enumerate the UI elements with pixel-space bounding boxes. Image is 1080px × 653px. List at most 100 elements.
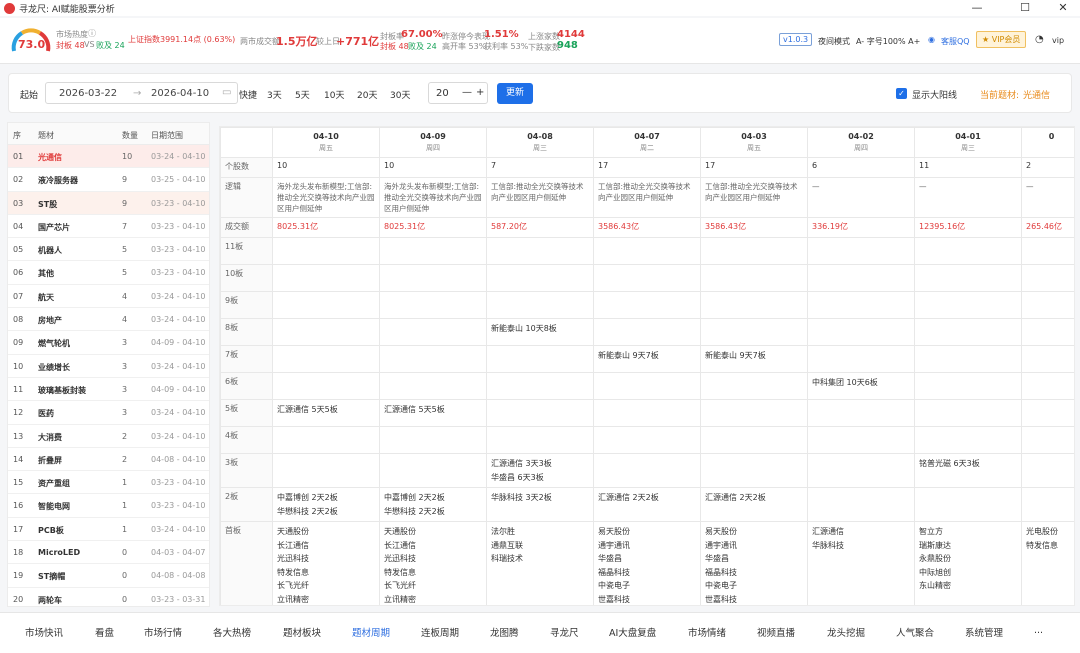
service-qq-link[interactable]: 客服QQ bbox=[941, 36, 970, 47]
date-column-header[interactable]: 04-01 周三 bbox=[914, 127, 1022, 158]
stock-entry[interactable]: 华懋科技 2天2板 bbox=[277, 505, 375, 519]
quick-5d[interactable]: 5天 bbox=[295, 88, 310, 101]
stock-entry[interactable]: 世嘉科技 bbox=[598, 593, 696, 606]
theme-list-row[interactable]: 15 资产重组 1 03-23 - 04-10 bbox=[8, 471, 209, 495]
stock-entry[interactable]: 长江通信 bbox=[384, 539, 482, 553]
stock-entry[interactable]: 汇源通信 5天5板 bbox=[277, 403, 375, 417]
stock-entry[interactable]: 汇源通信 5天5板 bbox=[384, 403, 482, 417]
date-range-picker[interactable]: 2026-03-22 → 2026-04-10 ▭ bbox=[45, 82, 238, 104]
theme-list-row[interactable]: 12 医药 3 03-24 - 04-10 bbox=[8, 401, 209, 425]
stock-entry[interactable]: 立讯精密 bbox=[277, 593, 375, 606]
show-big-checkbox[interactable]: ✓ bbox=[896, 88, 907, 99]
stock-entry[interactable]: 汇源通信 3天3板 bbox=[491, 457, 589, 471]
quick-3d[interactable]: 3天 bbox=[267, 88, 282, 101]
count-stepper[interactable]: 20 — + bbox=[428, 82, 488, 104]
theme-list-row[interactable]: 18 MicroLED 0 04-03 - 04-07 bbox=[8, 541, 209, 565]
quick-10d[interactable]: 10天 bbox=[324, 88, 344, 101]
nav-item[interactable]: 各大热榜 bbox=[213, 625, 251, 639]
stock-entry[interactable]: 华脉科技 3天2板 bbox=[491, 491, 589, 505]
quick-20d[interactable]: 20天 bbox=[357, 88, 377, 101]
close-button[interactable]: ✕ bbox=[1048, 0, 1078, 16]
theme-list-row[interactable]: 19 ST摘帽 0 04-08 - 04-08 bbox=[8, 564, 209, 588]
stock-entry[interactable]: 铭普光磁 6天3板 bbox=[919, 457, 1017, 471]
theme-list-row[interactable]: 02 液冷服务器 9 03-25 - 04-10 bbox=[8, 168, 209, 192]
stock-entry[interactable]: 世嘉科技 bbox=[705, 593, 803, 606]
date-column-header[interactable]: 04-08 周三 bbox=[486, 127, 594, 158]
stock-entry[interactable]: 长江通信 bbox=[277, 539, 375, 553]
stock-entry[interactable]: 新能泰山 10天8板 bbox=[491, 322, 589, 336]
stock-entry[interactable]: 长飞光纤 bbox=[384, 579, 482, 593]
nav-item[interactable]: 市场情绪 bbox=[688, 625, 726, 639]
nav-item[interactable]: 人气聚合 bbox=[896, 625, 934, 639]
theme-list-row[interactable]: 07 航天 4 03-24 - 04-10 bbox=[8, 285, 209, 309]
stock-entry[interactable]: 光迅科技 bbox=[277, 552, 375, 566]
stock-entry[interactable]: 天通股份 bbox=[277, 525, 375, 539]
theme-list-row[interactable]: 16 智能电网 1 03-23 - 04-10 bbox=[8, 494, 209, 518]
stock-entry[interactable]: 中嘉博创 2天2板 bbox=[277, 491, 375, 505]
stock-entry[interactable]: 法尔胜 bbox=[491, 525, 589, 539]
stock-entry[interactable]: 汇源通信 bbox=[812, 525, 910, 539]
stock-entry[interactable]: 福晶科技 bbox=[705, 566, 803, 580]
theme-list-row[interactable]: 09 燃气轮机 3 04-09 - 04-10 bbox=[8, 331, 209, 355]
theme-list-row[interactable]: 11 玻璃基板封装 3 04-09 - 04-10 bbox=[8, 378, 209, 402]
date-column-header[interactable]: 04-09 周四 bbox=[379, 127, 487, 158]
nav-item[interactable]: 视频直播 bbox=[757, 625, 795, 639]
nav-item[interactable]: AI大盘复盘 bbox=[609, 625, 656, 639]
font-size-control[interactable]: A- 字号100% A+ bbox=[856, 36, 920, 47]
night-mode-toggle[interactable]: 夜间模式 bbox=[818, 36, 850, 47]
stock-entry[interactable]: 汇源通信 2天2板 bbox=[705, 491, 803, 505]
stock-entry[interactable]: 中际旭创 bbox=[919, 566, 1017, 580]
count-value[interactable]: 20 bbox=[436, 88, 449, 99]
theme-list-row[interactable]: 13 大消费 2 03-24 - 04-10 bbox=[8, 425, 209, 448]
user-name[interactable]: vip bbox=[1052, 36, 1064, 45]
stock-entry[interactable]: 长飞光纤 bbox=[277, 579, 375, 593]
stock-entry[interactable]: 通鼎互联 bbox=[491, 539, 589, 553]
theme-list-row[interactable]: 03 ST股 9 03-23 - 04-10 bbox=[8, 191, 209, 215]
stock-entry[interactable]: 华懋科技 2天2板 bbox=[384, 505, 482, 519]
stock-entry[interactable]: 中科集团 10天6板 bbox=[812, 376, 910, 390]
stock-entry[interactable]: 特发信息 bbox=[1026, 539, 1074, 553]
stock-entry[interactable]: 通宇通讯 bbox=[705, 539, 803, 553]
minus-button[interactable]: — bbox=[462, 87, 472, 98]
theme-list-row[interactable]: 04 国产芯片 7 03-23 - 04-10 bbox=[8, 215, 209, 239]
update-button[interactable]: 更新 bbox=[497, 83, 533, 104]
nav-item[interactable]: 龙头挖掘 bbox=[827, 625, 865, 639]
vip-button[interactable]: ★ VIP会员 bbox=[976, 31, 1027, 48]
date-column-header[interactable]: 04-02 周四 bbox=[807, 127, 915, 158]
quick-30d[interactable]: 30天 bbox=[390, 88, 410, 101]
date-column-header[interactable]: 04-07 周二 bbox=[593, 127, 701, 158]
start-date[interactable]: 2026-03-22 bbox=[59, 88, 117, 99]
nav-item[interactable]: 题材板块 bbox=[283, 625, 321, 639]
stock-entry[interactable]: 通宇通讯 bbox=[598, 539, 696, 553]
stock-entry[interactable]: 华盛昌 bbox=[598, 552, 696, 566]
theme-list-row[interactable]: 05 机器人 5 03-23 - 04-10 bbox=[8, 238, 209, 262]
stock-entry[interactable]: 东山精密 bbox=[919, 579, 1017, 593]
stock-entry[interactable]: 特发信息 bbox=[384, 566, 482, 580]
stock-entry[interactable]: 华盛昌 bbox=[705, 552, 803, 566]
info-icon[interactable]: ⓘ bbox=[88, 28, 96, 39]
end-date[interactable]: 2026-04-10 bbox=[151, 88, 209, 99]
nav-item[interactable]: 题材周期 bbox=[352, 625, 390, 639]
minimize-button[interactable]: — bbox=[962, 0, 992, 16]
stock-entry[interactable]: 天通股份 bbox=[384, 525, 482, 539]
theme-list-row[interactable]: 01 光通信 10 03-24 - 04-10 bbox=[8, 145, 209, 169]
nav-item[interactable]: 寻龙尺 bbox=[550, 625, 579, 639]
stock-entry[interactable]: 华盛昌 6天3板 bbox=[491, 471, 589, 485]
date-column-header[interactable]: 0 bbox=[1021, 127, 1074, 158]
nav-item[interactable]: 市场行情 bbox=[144, 625, 182, 639]
stock-entry[interactable]: 中嘉博创 2天2板 bbox=[384, 491, 482, 505]
stock-entry[interactable]: 瑞斯康达 bbox=[919, 539, 1017, 553]
stock-entry[interactable]: 永鼎股份 bbox=[919, 552, 1017, 566]
date-column-header[interactable]: 04-10 周五 bbox=[272, 127, 380, 158]
nav-item[interactable]: ... bbox=[1034, 625, 1043, 636]
theme-list-row[interactable]: 14 折叠屏 2 04-08 - 04-10 bbox=[8, 448, 209, 472]
nav-item[interactable]: 连板周期 bbox=[421, 625, 459, 639]
theme-list-row[interactable]: 08 房地产 4 03-24 - 04-10 bbox=[8, 308, 209, 332]
stock-entry[interactable]: 福晶科技 bbox=[598, 566, 696, 580]
stock-entry[interactable]: 新能泰山 9天7板 bbox=[705, 349, 803, 363]
version-badge[interactable]: v1.0.3 bbox=[779, 33, 813, 46]
stock-entry[interactable]: 新能泰山 9天7板 bbox=[598, 349, 696, 363]
stock-entry[interactable]: 立讯精密 bbox=[384, 593, 482, 606]
stock-entry[interactable]: 光迅科技 bbox=[384, 552, 482, 566]
stock-entry[interactable]: 特发信息 bbox=[277, 566, 375, 580]
